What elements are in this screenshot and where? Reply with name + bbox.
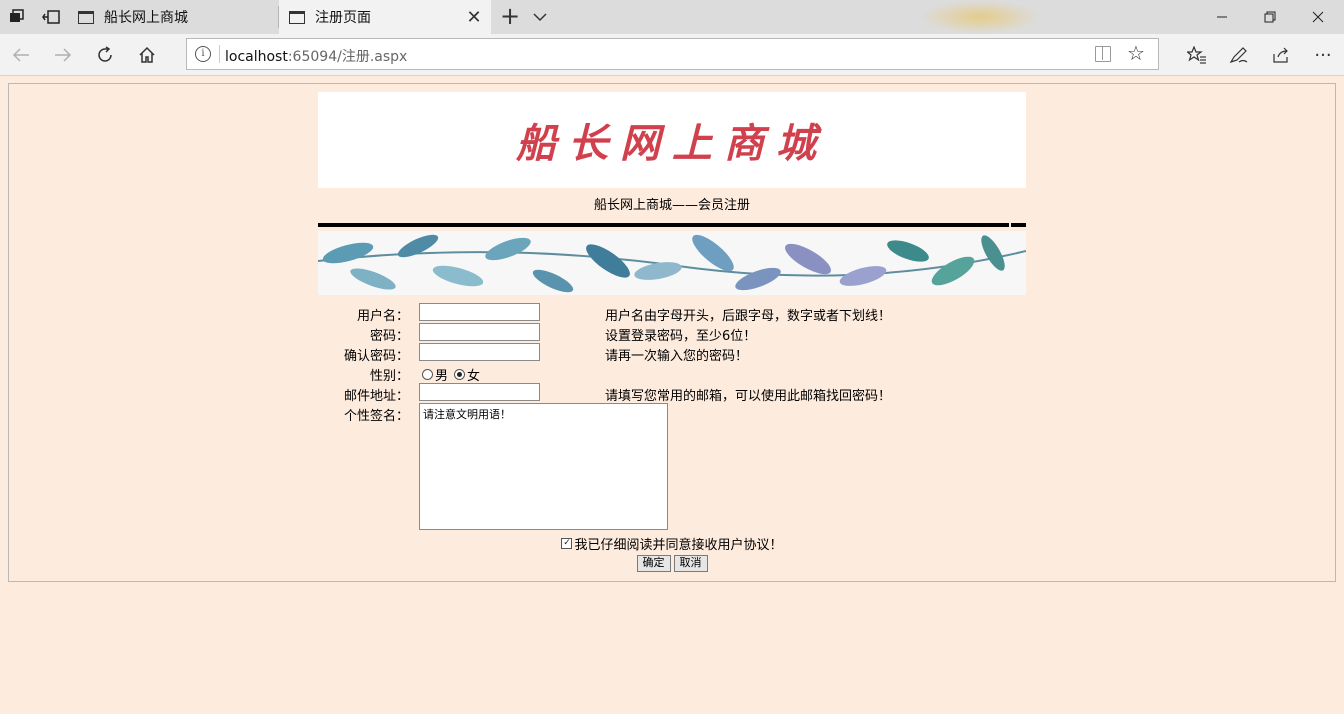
confirm-password-label: 确认密码： — [343, 349, 409, 364]
restore-icon[interactable] — [1246, 0, 1294, 34]
banner-title: 船长网上商城 — [516, 120, 828, 167]
password-label: 密码： — [369, 329, 409, 344]
favorites-icon[interactable] — [1176, 34, 1218, 76]
page-icon — [78, 10, 94, 24]
site-banner: 船长网上商城 — [318, 92, 1026, 188]
url-host: localhost — [225, 49, 288, 65]
home-icon[interactable] — [126, 34, 168, 76]
page-subtitle: 船长网上商城——会员注册 — [593, 198, 750, 213]
tab-bar: 船长网上商城 注册页面 ✕ + — [0, 0, 1344, 34]
close-window-icon[interactable] — [1294, 0, 1342, 34]
password-hint: 设置登录密码，至少6位！ — [605, 329, 757, 344]
close-tab-icon[interactable]: ✕ — [465, 7, 483, 28]
refresh-icon[interactable] — [84, 34, 126, 76]
new-tab-icon[interactable]: + — [498, 4, 522, 30]
forward-arrow-icon[interactable] — [42, 34, 84, 76]
leaves-banner-image — [318, 231, 1026, 295]
pen-icon[interactable] — [1218, 34, 1260, 76]
confirm-password-input[interactable] — [419, 343, 540, 361]
confirm-password-hint: 请再一次输入您的密码！ — [605, 349, 749, 364]
gender-option-female-label: 女 — [467, 369, 481, 384]
tab-actions-icon[interactable] — [0, 0, 34, 34]
agreement-row: ✓ 我已仔细阅读并同意接收用户协议！ — [318, 534, 1026, 553]
minimize-icon[interactable] — [1198, 0, 1246, 34]
email-input[interactable] — [419, 383, 540, 401]
tab-title: 船长网上商城 — [104, 10, 188, 26]
divider-line — [318, 223, 1009, 227]
back-arrow-icon[interactable] — [0, 34, 42, 76]
more-icon[interactable]: ··· — [1302, 34, 1344, 76]
cancel-button[interactable]: 取消 — [673, 555, 708, 572]
gender-row: 性别： 男 女 — [318, 363, 1026, 384]
username-row: 用户名： 用户名由字母开头，后跟字母，数字或者下划线！ — [318, 303, 1026, 324]
share-icon[interactable] — [1260, 34, 1302, 76]
email-hint: 请填写您常用的邮箱，可以使用此邮箱找回密码！ — [605, 389, 892, 404]
chevron-down-icon[interactable] — [532, 5, 552, 29]
star-icon[interactable]: ☆ — [1127, 41, 1145, 65]
username-input[interactable] — [419, 303, 540, 321]
nav-bar: i localhost:65094/注册.aspx ☆ ··· — [0, 34, 1344, 76]
url-path: :65094/注册.aspx — [287, 49, 408, 65]
gender-option-male-label: 男 — [435, 369, 449, 384]
username-hint: 用户名由字母开头，后跟字母，数字或者下划线！ — [605, 309, 892, 324]
tab-shop[interactable]: 船长网上商城 — [68, 0, 278, 34]
password-row: 密码： 设置登录密码，至少6位！ — [318, 323, 1026, 344]
confirm-password-row: 确认密码： 请再一次输入您的密码！ — [318, 343, 1026, 364]
email-label: 邮件地址： — [343, 389, 409, 404]
address-separator — [219, 45, 220, 63]
gender-radio-female[interactable] — [454, 369, 466, 380]
email-row: 邮件地址： 请填写您常用的邮箱，可以使用此邮箱找回密码！ — [318, 383, 1026, 404]
gender-radio-male[interactable] — [422, 369, 433, 380]
reading-view-icon[interactable] — [1095, 46, 1111, 62]
signature-label: 个性签名： — [343, 409, 409, 424]
form-buttons: 确定 取消 — [318, 555, 1026, 572]
submit-button[interactable]: 确定 — [636, 555, 671, 572]
address-bar[interactable]: i localhost:65094/注册.aspx ☆ — [186, 38, 1159, 70]
page-content: 船长网上商城 船长网上商城——会员注册 用户名： 用户名由字母开头，后跟字母，数 — [0, 76, 1344, 714]
page-icon — [289, 10, 305, 24]
password-input[interactable] — [419, 323, 540, 341]
gender-label: 性别： — [369, 369, 409, 384]
set-aside-tabs-icon[interactable] — [34, 0, 68, 34]
username-label: 用户名： — [356, 309, 409, 324]
tab-register[interactable]: 注册页面 ✕ — [279, 0, 491, 34]
background-glow — [920, 0, 1040, 34]
agreement-checkbox[interactable]: ✓ — [561, 538, 573, 549]
info-icon[interactable]: i — [195, 46, 211, 62]
url-text[interactable]: localhost:65094/注册.aspx — [225, 46, 407, 66]
gender-options: 男 女 — [422, 365, 480, 384]
tab-title: 注册页面 — [315, 10, 371, 26]
divider-line — [1011, 223, 1026, 227]
agreement-label: 我已仔细阅读并同意接收用户协议！ — [574, 538, 783, 553]
signature-textarea[interactable]: 请注意文明用语！ — [419, 403, 668, 530]
